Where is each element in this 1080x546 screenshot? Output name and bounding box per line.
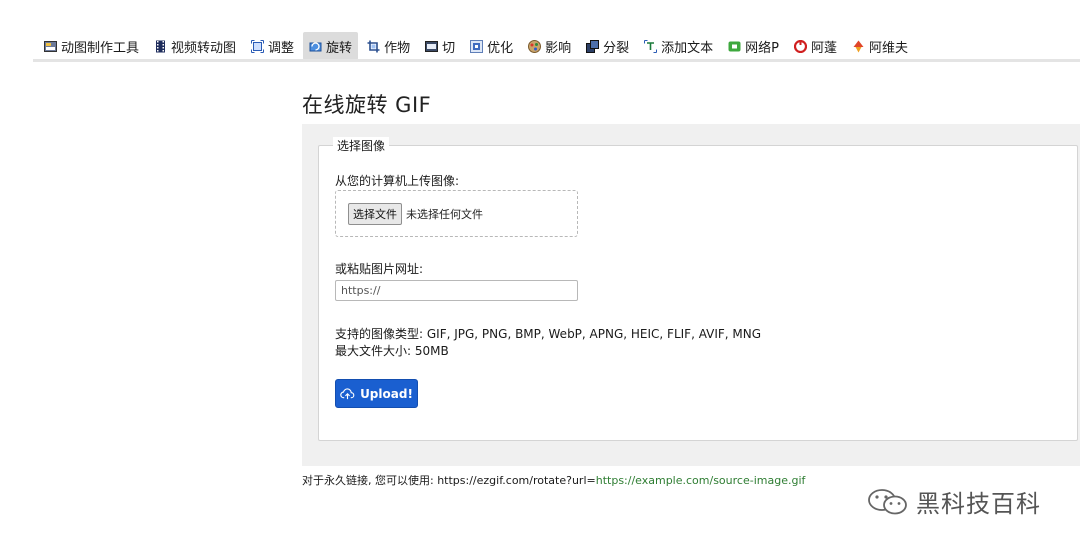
max-size-text: 最大文件大小: 50MB xyxy=(335,344,449,358)
nav-item-label: 网络P xyxy=(745,40,779,56)
optimize-icon xyxy=(470,39,484,53)
nav-item-resize[interactable]: 调整 xyxy=(245,32,300,60)
nav-item-add-text[interactable]: 添加文本 xyxy=(638,32,719,60)
nav-item-rotate[interactable]: 旋转 xyxy=(303,32,359,60)
nav-item-optimize[interactable]: 优化 xyxy=(464,32,519,60)
supported-types-text: 支持的图像类型: GIF, JPG, PNG, BMP, WebP, APNG,… xyxy=(335,327,762,341)
effects-icon xyxy=(528,39,542,53)
page-title: 在线旋转 GIF xyxy=(302,93,432,117)
nav-item-label: 视频转动图 xyxy=(171,40,237,56)
webp-icon xyxy=(728,40,741,53)
nav-item-webp[interactable]: 网络P xyxy=(722,32,785,60)
nav-item-label: 切 xyxy=(442,40,456,56)
upload-label: 从您的计算机上传图像: xyxy=(335,174,460,188)
cut-icon xyxy=(425,40,439,53)
nav-item-label: 动图制作工具 xyxy=(61,40,140,56)
text-icon xyxy=(644,39,658,53)
nav-item-gif-maker[interactable]: 动图制作工具 xyxy=(38,32,145,60)
fieldset-legend: 选择图像 xyxy=(333,137,390,154)
rotate-icon xyxy=(309,40,322,53)
watermark-text: 黑科技百科 xyxy=(916,490,1041,518)
permalink-note: 对于永久链接, 您可以使用: https://ezgif.com/rotate?… xyxy=(302,472,805,488)
upload-panel: 选择图像 从您的计算机上传图像: 选择文件 未选择任何文件 或粘贴图片网址: 支… xyxy=(302,124,1080,466)
avif-icon xyxy=(852,40,865,53)
watermark: 黑科技百科 xyxy=(866,484,1041,519)
upload-button[interactable]: Upload! xyxy=(335,379,418,408)
gif-maker-icon xyxy=(44,40,57,53)
nav-item-label: 阿维夫 xyxy=(869,40,909,56)
nav-item-label: 阿蓬 xyxy=(811,40,838,56)
nav-item-label: 添加文本 xyxy=(661,40,714,56)
wechat-icon xyxy=(866,487,910,517)
permalink-url[interactable]: https://example.com/source-image.gif xyxy=(596,474,806,487)
choose-file-button[interactable]: 选择文件 xyxy=(348,202,402,225)
nav-item-label: 旋转 xyxy=(326,40,353,56)
file-status-text: 未选择任何文件 xyxy=(406,207,483,221)
image-url-input[interactable] xyxy=(335,280,578,301)
crop-icon xyxy=(367,40,380,53)
nav-item-label: 调整 xyxy=(268,40,295,56)
top-navigation: 动图制作工具 视频转动图 调整 旋转 作物 切 优化 影响 分裂 添加文本 网络… xyxy=(38,32,917,60)
upload-button-label: Upload! xyxy=(360,386,413,401)
select-image-fieldset: 选择图像 从您的计算机上传图像: 选择文件 未选择任何文件 或粘贴图片网址: 支… xyxy=(318,137,1078,441)
nav-item-avif[interactable]: 阿维夫 xyxy=(846,32,914,60)
resize-icon xyxy=(251,39,265,53)
nav-item-crop[interactable]: 作物 xyxy=(361,32,416,60)
nav-item-label: 分裂 xyxy=(603,40,630,56)
cloud-upload-icon xyxy=(340,388,355,400)
nav-divider xyxy=(33,59,1080,62)
file-dropzone[interactable]: 选择文件 未选择任何文件 xyxy=(335,190,578,237)
nav-item-split[interactable]: 分裂 xyxy=(580,32,635,60)
nav-item-effects[interactable]: 影响 xyxy=(522,32,577,60)
split-icon xyxy=(586,39,600,53)
film-icon xyxy=(154,40,167,53)
nav-item-label: 优化 xyxy=(487,40,514,56)
nav-item-label: 作物 xyxy=(384,40,411,56)
paste-url-label: 或粘贴图片网址: xyxy=(335,262,424,276)
apng-icon xyxy=(794,39,807,53)
nav-item-apng[interactable]: 阿蓬 xyxy=(788,32,843,60)
nav-item-cut[interactable]: 切 xyxy=(419,32,461,60)
nav-item-label: 影响 xyxy=(545,40,572,56)
nav-item-video-to-gif[interactable]: 视频转动图 xyxy=(148,32,242,60)
permalink-prefix: 对于永久链接, 您可以使用: https://ezgif.com/rotate?… xyxy=(302,474,596,487)
